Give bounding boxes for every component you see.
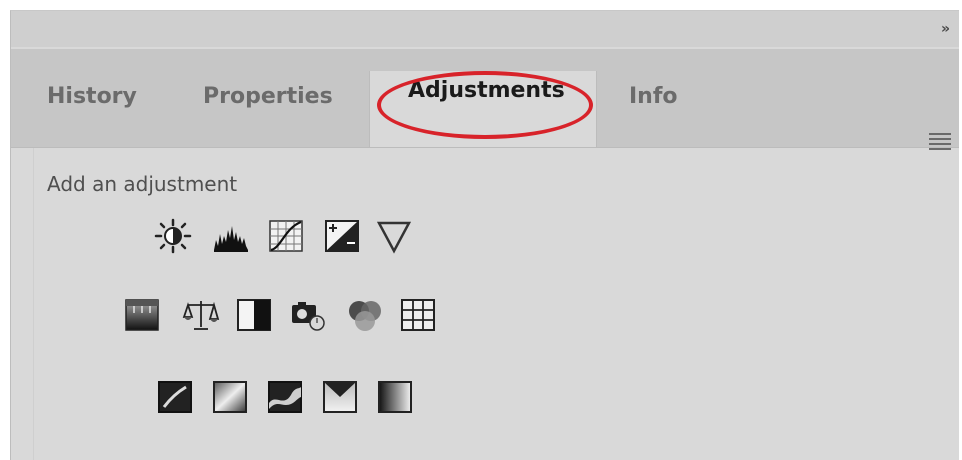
invert-icon[interactable] xyxy=(156,379,194,415)
add-adjustment-heading: Add an adjustment xyxy=(47,172,238,196)
curves-icon[interactable] xyxy=(267,218,305,254)
tab-info[interactable]: Info xyxy=(629,77,709,147)
black-white-icon[interactable] xyxy=(235,297,273,333)
tab-history[interactable]: History xyxy=(47,77,157,147)
vibrance-icon[interactable] xyxy=(375,218,413,254)
exposure-icon[interactable] xyxy=(323,218,361,254)
channel-mixer-icon[interactable] xyxy=(346,297,384,333)
color-balance-icon[interactable] xyxy=(182,297,220,333)
gradient-map-icon[interactable] xyxy=(376,379,414,415)
panel-tab-bar: History Properties Adjustments Info xyxy=(11,49,959,150)
threshold-icon[interactable] xyxy=(266,379,304,415)
panel-title-strip: » xyxy=(11,11,959,47)
color-lookup-icon[interactable] xyxy=(399,297,437,333)
tab-history-label: History xyxy=(47,84,137,109)
tab-adjustments-label: Adjustments xyxy=(408,78,565,103)
panel-left-edge xyxy=(33,148,34,460)
posterize-icon[interactable] xyxy=(211,379,249,415)
levels-icon[interactable] xyxy=(212,218,250,254)
adjustments-panel: » History Properties Adjustments Info Ad… xyxy=(10,10,959,460)
tab-properties-label: Properties xyxy=(203,84,333,109)
photo-filter-icon[interactable] xyxy=(290,297,328,333)
adjustments-content: Add an adjustment xyxy=(11,148,959,460)
tab-properties[interactable]: Properties xyxy=(203,77,363,147)
collapse-panel-icon[interactable]: » xyxy=(941,21,950,37)
tab-info-label: Info xyxy=(629,84,678,109)
hue-saturation-icon[interactable] xyxy=(123,297,161,333)
tab-adjustments[interactable]: Adjustments xyxy=(369,71,597,147)
selective-color-icon[interactable] xyxy=(321,379,359,415)
screenshot-frame: » History Properties Adjustments Info Ad… xyxy=(0,0,962,460)
brightness-contrast-icon[interactable] xyxy=(154,218,192,254)
